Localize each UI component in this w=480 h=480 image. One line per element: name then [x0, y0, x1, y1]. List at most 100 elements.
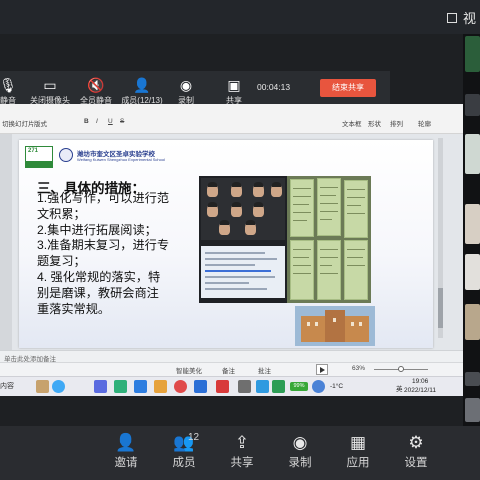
share-screen-icon: ▣: [227, 77, 241, 93]
participant-face: [245, 220, 256, 235]
members-button[interactable]: 👤 成员(12/13): [118, 75, 166, 106]
note-line: [320, 187, 338, 188]
meeting-timer: 00:04:13: [257, 82, 291, 92]
taskbar-app-icon[interactable]: [312, 380, 325, 393]
record-label: 录制: [288, 457, 312, 469]
participant-video[interactable]: [465, 36, 480, 72]
comment-toggle[interactable]: 批注: [258, 365, 271, 375]
meeting-window: 视 🎙 静音 ▭ 关闭摄像头 🔇 全员静音 👤 成员(12/13) ◉ 录制 ▣…: [0, 0, 480, 480]
note-line: [293, 188, 311, 189]
taskbar-app-icon[interactable]: [238, 380, 251, 393]
vertical-scrollbar[interactable]: [438, 138, 443, 338]
members-button[interactable]: 👥 12 成员: [154, 432, 214, 470]
share-screen-button[interactable]: ▣ 共享: [212, 75, 256, 106]
participant-video[interactable]: [465, 398, 480, 422]
taskbar-app-icon[interactable]: [94, 380, 107, 393]
bold-button[interactable]: B: [84, 118, 89, 125]
taskbar-app-icon[interactable]: [194, 380, 207, 393]
smart-beautify-button[interactable]: 智能美化: [176, 365, 202, 375]
participant-video[interactable]: [465, 254, 480, 290]
taskbar-app-icon[interactable]: [52, 380, 65, 393]
members-label: 成员: [172, 457, 196, 469]
participant-video[interactable]: [465, 304, 480, 340]
members-icon: 👤: [133, 77, 151, 93]
thumbnail-strip[interactable]: [0, 134, 12, 357]
school-logo: 271: [25, 146, 53, 168]
note-line: [293, 212, 311, 213]
scrollbar-thumb[interactable]: [438, 288, 443, 328]
layout-icon[interactable]: [446, 12, 457, 23]
participant-face: [207, 182, 218, 197]
participant-face: [231, 202, 242, 217]
underline-button[interactable]: U: [108, 118, 113, 125]
clock-time: 19:06: [412, 378, 429, 385]
italic-button[interactable]: I: [96, 118, 98, 125]
note-line: [320, 257, 338, 258]
zoom-level[interactable]: 63%: [352, 365, 365, 372]
zoom-slider-knob[interactable]: [398, 366, 404, 372]
mic-button[interactable]: 🎙 静音: [0, 75, 30, 106]
body-line: 4. 强化常规的落实，特: [37, 269, 161, 284]
camera-button[interactable]: ▭ 关闭摄像头: [28, 75, 72, 106]
participant-video[interactable]: [465, 94, 480, 116]
participant-face: [219, 220, 230, 235]
ribbon-textbox[interactable]: 文本框: [342, 118, 362, 128]
mute-all-button[interactable]: 🔇 全员静音: [74, 75, 118, 106]
ribbon-layout[interactable]: 版式: [34, 118, 47, 128]
building-window: [307, 322, 310, 326]
note-line: [293, 204, 309, 205]
ribbon-arrange[interactable]: 排列: [390, 118, 403, 128]
slideshow-play-button[interactable]: [316, 364, 328, 375]
taskbar-app-icon[interactable]: [154, 380, 167, 393]
taskbar-app-icon[interactable]: [272, 380, 285, 393]
note-line: [320, 203, 338, 204]
taskbar-app-icon[interactable]: [256, 380, 269, 393]
shared-screen: 🎙 静音 ▭ 关闭摄像头 🔇 全员静音 👤 成员(12/13) ◉ 录制 ▣ 共…: [0, 34, 463, 426]
taskbar-app-icon[interactable]: [114, 380, 127, 393]
school-building-photo: [295, 306, 375, 346]
strike-button[interactable]: S: [120, 118, 124, 125]
note-line: [293, 196, 311, 197]
add-user-icon: 👤: [115, 433, 137, 452]
meeting-control-bar: 👤 邀请 👥 12 成员 ⇪ 共享 ◉ 录制 ▦ 应用 ⚙ 设置: [0, 426, 480, 480]
participant-video[interactable]: [465, 372, 480, 386]
wps-ribbon: 切换幻灯片 版式 B I U S 文本框 形状 排列 轮廓: [0, 104, 463, 134]
ribbon-transition[interactable]: 切换幻灯片: [2, 118, 35, 128]
invite-button[interactable]: 👤 邀请: [96, 432, 156, 470]
apps-icon: ▦: [349, 433, 367, 452]
participant-grid: [201, 178, 285, 240]
slide[interactable]: 271 潍坊市奎文区圣卓实验学校 Weifang Kuiwen Shengzhu…: [19, 140, 433, 348]
logo-number: 271: [28, 148, 39, 154]
note-line: [347, 213, 365, 214]
note-line: [320, 249, 338, 250]
note-line: [293, 249, 311, 250]
record-button[interactable]: ◉ 录制: [270, 432, 330, 470]
taskbar-app-icon[interactable]: [174, 380, 187, 393]
notes-toggle[interactable]: 备注: [222, 365, 235, 375]
note-line: [320, 219, 332, 220]
taskbar-search[interactable]: 内容: [0, 381, 14, 391]
wps-taskbar-icon[interactable]: [216, 380, 229, 393]
apps-button[interactable]: ▦ 应用: [328, 432, 388, 470]
note-line: [320, 265, 332, 266]
share-button[interactable]: ⇪ 共享: [212, 432, 272, 470]
remote-taskbar: 内容 99% -1°C 英 19:06 2022/12/11: [0, 376, 463, 396]
body-line: 别是磨课，教研会商注: [37, 285, 159, 300]
participant-video[interactable]: [465, 204, 480, 244]
record-button[interactable]: ◉ 录制: [164, 75, 208, 106]
participant-face: [253, 202, 264, 217]
body-line: 重落实常规。: [37, 301, 111, 316]
participant-video[interactable]: [465, 134, 480, 174]
building-tower: [325, 310, 345, 342]
apps-label: 应用: [346, 457, 370, 469]
settings-label: 设置: [404, 457, 428, 469]
ribbon-shape[interactable]: 形状: [368, 118, 381, 128]
settings-button[interactable]: ⚙ 设置: [386, 432, 446, 470]
ribbon-outline[interactable]: 轮廓: [418, 118, 431, 128]
taskbar-app-icon[interactable]: [36, 380, 49, 393]
top-bar: 视: [0, 0, 480, 34]
note-line: [293, 265, 311, 266]
input-language[interactable]: 英: [396, 383, 403, 393]
taskbar-app-icon[interactable]: [134, 380, 147, 393]
end-share-button[interactable]: 结束共享: [320, 79, 376, 97]
